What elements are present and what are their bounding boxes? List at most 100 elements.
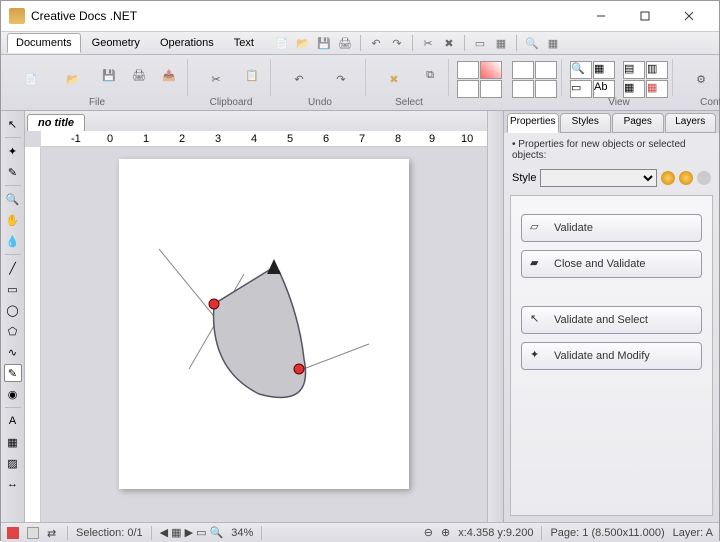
grid-icon[interactable]: ▦ (544, 34, 562, 52)
app-icon (9, 8, 25, 24)
hand-tool[interactable]: ✋ (4, 211, 22, 229)
vertical-ruler (25, 147, 41, 522)
page-canvas[interactable] (119, 159, 409, 489)
align-grid[interactable] (512, 61, 557, 94)
delete-button[interactable]: ✖ (374, 61, 414, 97)
picker-tool[interactable]: 💧 (4, 232, 22, 250)
undo-icon[interactable]: ↶ (367, 34, 385, 52)
validate-icon: ▱ (530, 220, 546, 236)
horizontal-ruler: -1 0 1 2 3 4 5 6 7 8 9 10 (41, 131, 487, 147)
status-zoom-controls[interactable]: ◀ ▦ ▶ ▭ 🔍 (160, 526, 224, 539)
table-tool[interactable]: ▦ (4, 433, 22, 451)
validate-modify-button[interactable]: ✦ Validate and Modify (521, 342, 702, 370)
order-grid[interactable] (457, 61, 502, 94)
pen-tool[interactable]: ✎ (4, 163, 22, 181)
settings-button[interactable]: ⚙ (681, 61, 720, 97)
cut-button[interactable]: ✂ (196, 61, 236, 97)
close-validate-button[interactable]: ▰ Close and Validate (521, 250, 702, 278)
style-remove-icon[interactable] (697, 171, 711, 185)
delete-icon[interactable]: ✖ (440, 34, 458, 52)
rect-tool[interactable]: ▭ (4, 280, 22, 298)
curve-tool[interactable]: ✎ (4, 364, 22, 382)
new-doc-icon[interactable]: 📄 (273, 34, 291, 52)
line-tool[interactable]: ╱ (4, 259, 22, 277)
minimize-button[interactable] (579, 2, 623, 30)
save-button[interactable]: 💾 (95, 61, 123, 89)
image-tool[interactable]: ▨ (4, 454, 22, 472)
status-bar: ⇄ Selection: 0/1 ◀ ▦ ▶ ▭ 🔍 34% ⊖ ⊕ x:4.3… (1, 522, 719, 542)
group-label-view: View (566, 97, 672, 108)
menu-tab-text[interactable]: Text (225, 33, 263, 53)
menu-bar: Documents Geometry Operations Text 📄 📂 💾… (1, 31, 719, 55)
panel-note: • Properties for new objects or selected… (504, 133, 719, 167)
title-bar: Creative Docs .NET (1, 1, 719, 31)
properties-panel: Properties Styles Pages Layers • Propert… (503, 111, 719, 522)
group-label-clipboard: Clipboard (192, 97, 270, 108)
close-validate-icon: ▰ (530, 256, 546, 272)
node-tool[interactable]: ✦ (4, 142, 22, 160)
tab-pages[interactable]: Pages (612, 113, 664, 133)
group-label-select: Select (370, 97, 448, 108)
tab-styles[interactable]: Styles (560, 113, 612, 133)
print-icon[interactable]: 🖨 (336, 34, 354, 52)
group-label-file: File (7, 97, 187, 108)
tab-properties[interactable]: Properties (507, 113, 559, 133)
view-grid-1[interactable]: 🔍▦ ▭Ab (570, 61, 615, 94)
drawn-shape[interactable] (149, 229, 379, 429)
maximize-button[interactable] (623, 2, 667, 30)
zoom-in-icon[interactable]: ⊕ (441, 526, 450, 539)
status-color-1[interactable] (7, 527, 19, 539)
redo-button[interactable]: ↷ (321, 61, 361, 97)
zoom-tool[interactable]: 🔍 (4, 190, 22, 208)
menu-tab-documents[interactable]: Documents (7, 33, 81, 53)
validate-select-button[interactable]: ↖ Validate and Select (521, 306, 702, 334)
status-coords: x:4.358 y:9.200 (458, 527, 533, 539)
status-swap-icon[interactable]: ⇄ (47, 527, 59, 539)
export-button[interactable]: 📤 (155, 61, 183, 89)
style-add-icon[interactable] (679, 171, 693, 185)
group-label-config: Config. (677, 97, 720, 108)
duplicate-button[interactable]: ⧉ (416, 61, 444, 89)
status-zoom: 34% (231, 527, 253, 539)
spiral-tool[interactable]: ◉ (4, 385, 22, 403)
status-page: Page: 1 (8.500x11.000) (550, 527, 664, 539)
canvas-area[interactable] (41, 147, 487, 522)
group-label-undo: Undo (275, 97, 365, 108)
status-layer: Layer: A (673, 527, 713, 539)
ellipse-tool[interactable]: ◯ (4, 301, 22, 319)
close-button[interactable] (667, 2, 711, 30)
open-button[interactable]: 📂 (53, 61, 93, 97)
tool-palette: ↖ ✦ ✎ 🔍 ✋ 💧 ╱ ▭ ◯ ⬠ ∿ ✎ ◉ A ▦ ▨ ↔ (1, 111, 25, 522)
tab-layers[interactable]: Layers (665, 113, 717, 133)
menu-tab-operations[interactable]: Operations (151, 33, 223, 53)
select-tool[interactable]: ↖ (4, 115, 22, 133)
style-apply-icon[interactable] (661, 171, 675, 185)
document-tab[interactable]: no title (27, 114, 85, 131)
print-button[interactable]: 🖨 (125, 61, 153, 89)
style-label: Style (512, 172, 536, 184)
dimension-tool[interactable]: ↔ (4, 475, 22, 493)
copy-button[interactable]: 📋 (238, 61, 266, 89)
freehand-tool[interactable]: ∿ (4, 343, 22, 361)
status-selection: Selection: 0/1 (76, 527, 143, 539)
style-select[interactable] (540, 169, 657, 187)
layer-icon[interactable]: ▦ (492, 34, 510, 52)
new-button[interactable]: 📄 (11, 61, 51, 97)
undo-button[interactable]: ↶ (279, 61, 319, 97)
validate-modify-icon: ✦ (530, 348, 546, 364)
redo-icon[interactable]: ↷ (388, 34, 406, 52)
polygon-tool[interactable]: ⬠ (4, 322, 22, 340)
view-grid-2[interactable]: ▤▥ ▦▦ (623, 61, 668, 94)
zoom-out-icon[interactable]: ⊖ (424, 526, 433, 539)
cut-icon[interactable]: ✂ (419, 34, 437, 52)
status-color-2[interactable] (27, 527, 39, 539)
validate-select-icon: ↖ (530, 312, 546, 328)
menu-tab-geometry[interactable]: Geometry (83, 33, 149, 53)
save-icon[interactable]: 💾 (315, 34, 333, 52)
vertical-scrollbar[interactable] (487, 111, 503, 522)
open-icon[interactable]: 📂 (294, 34, 312, 52)
validate-button[interactable]: ▱ Validate (521, 214, 702, 242)
order-icon[interactable]: ▭ (471, 34, 489, 52)
zoom-icon[interactable]: 🔍 (523, 34, 541, 52)
text-tool[interactable]: A (4, 412, 22, 430)
